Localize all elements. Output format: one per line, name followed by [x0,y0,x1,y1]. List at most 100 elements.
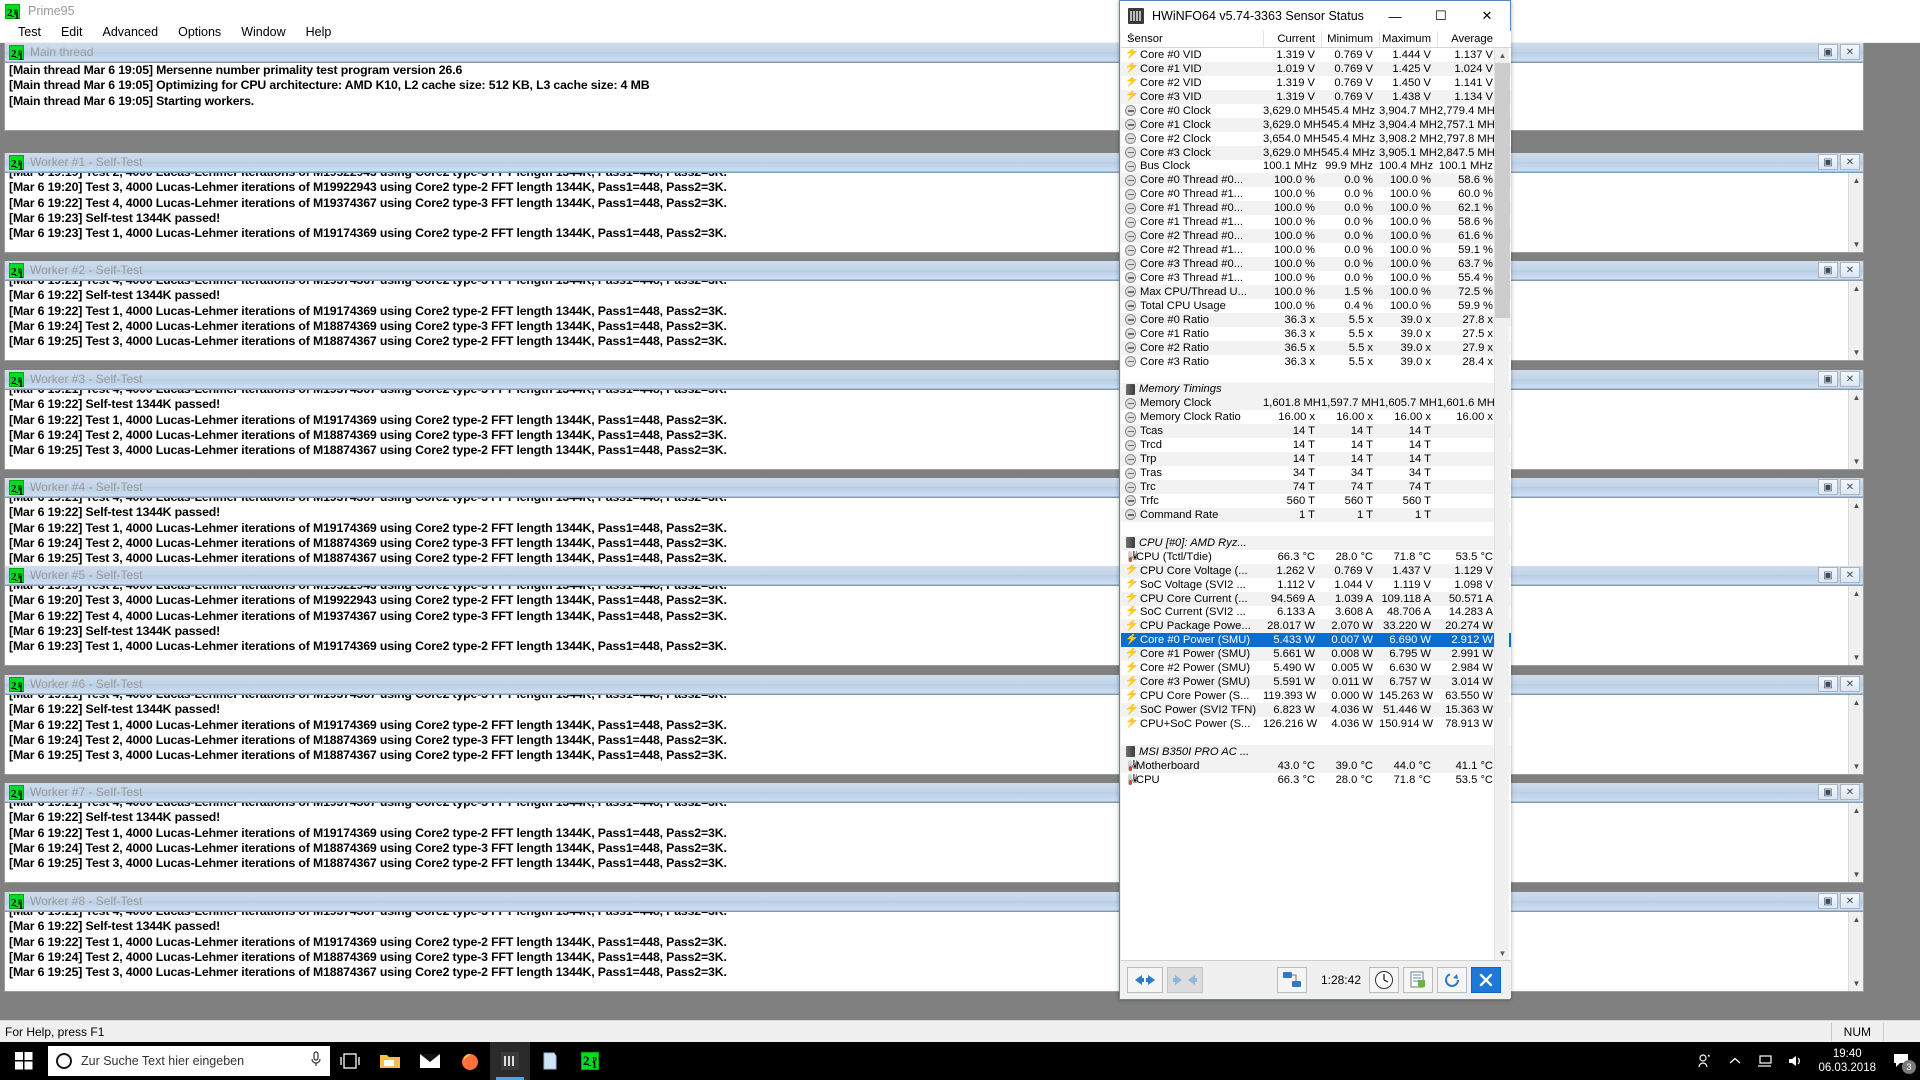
prime95-taskbar-icon[interactable]: 2p-1 [570,1042,610,1080]
sensor-row[interactable]: Core #2 Ratio36.5 x5.5 x39.0 x27.9 x [1121,341,1511,355]
sensor-row[interactable]: Core #1 Power (SMU)5.661 W0.008 W6.795 W… [1121,647,1511,661]
sensor-row[interactable]: Core #1 Thread #0...100.0 %0.0 %100.0 %6… [1121,201,1511,215]
mdi-close-button[interactable]: ✕ [1840,371,1860,387]
sensor-row[interactable]: Core #2 Power (SMU)5.490 W0.005 W6.630 W… [1121,661,1511,675]
sensor-row[interactable]: Core #2 Clock3,654.0 MHz545.4 MHz3,908.2… [1121,132,1511,146]
mdi-vertical-scrollbar[interactable]: ▲▼ [1848,803,1863,882]
mdi-close-button[interactable]: ✕ [1840,676,1860,692]
sensor-row[interactable]: Total CPU Usage100.0 %0.4 %100.0 %59.9 % [1121,299,1511,313]
scroll-down-arrow[interactable]: ▼ [1849,454,1863,469]
sensor-row[interactable]: CPU Core Current (...94.569 A1.039 A109.… [1121,592,1511,606]
maximize-button[interactable]: ☐ [1418,1,1464,31]
sensor-row[interactable]: Core #3 Power (SMU)5.591 W0.011 W6.757 W… [1121,675,1511,689]
mail-icon[interactable] [410,1042,450,1080]
mdi-restore-button[interactable]: ▣ [1818,567,1838,583]
column-header-minimum[interactable]: Minimum [1321,31,1379,47]
sensor-row[interactable]: Trcd14 T14 T14 T [1121,438,1511,452]
sensor-row[interactable]: Trfc560 T560 T560 T [1121,494,1511,508]
mdi-caption[interactable]: 2p-1Worker #2 - Self-Test▣✕ [5,261,1863,280]
sensor-row[interactable]: CPU66.3 °C28.0 °C71.8 °C53.5 °C [1121,773,1511,787]
scroll-up-arrow[interactable]: ▲ [1849,173,1863,188]
sensor-row[interactable]: Memory Clock Ratio16.00 x16.00 x16.00 x1… [1121,410,1511,424]
menu-help[interactable]: Help [296,24,342,40]
scroll-up-arrow[interactable]: ▲ [1495,48,1510,63]
mdi-caption[interactable]: 2p-1Worker #4 - Self-Test▣✕ [5,478,1863,497]
mdi-vertical-scrollbar[interactable]: ▲▼ [1848,586,1863,665]
scroll-down-arrow[interactable]: ▼ [1849,976,1863,991]
scroll-up-arrow[interactable]: ▲ [1849,498,1863,513]
scroll-up-arrow[interactable]: ▲ [1849,695,1863,710]
sensor-row[interactable]: Core #0 Power (SMU)5.433 W0.007 W6.690 W… [1121,633,1511,647]
action-center-icon[interactable]: 3 [1884,1042,1920,1080]
sensor-row[interactable]: Core #3 Thread #1...100.0 %0.0 %100.0 %5… [1121,271,1511,285]
mdi-caption[interactable]: 2p-1Worker #5 - Self-Test▣✕ [5,566,1863,585]
mdi-caption[interactable]: 2p-1Worker #8 - Self-Test▣✕ [5,892,1863,911]
mdi-close-button[interactable]: ✕ [1840,262,1860,278]
sensor-row[interactable]: CPU Core Power (S...119.393 W0.000 W145.… [1121,689,1511,703]
sensor-row[interactable]: Core #0 Clock3,629.0 MHz545.4 MHz3,904.7… [1121,104,1511,118]
scroll-up-arrow[interactable]: ▲ [1849,803,1863,818]
sensor-group-header[interactable]: MSI B350I PRO AC ... [1121,745,1511,759]
mdi-close-button[interactable]: ✕ [1840,44,1860,60]
scroll-down-arrow[interactable]: ▼ [1849,759,1863,774]
sensor-row[interactable]: Core #0 Thread #1...100.0 %0.0 %100.0 %6… [1121,187,1511,201]
sensor-row[interactable]: CPU Core Voltage (...1.262 V0.769 V1.437… [1121,564,1511,578]
sensor-row[interactable]: Core #2 VID1.319 V0.769 V1.450 V1.141 V [1121,76,1511,90]
sensor-row[interactable]: Core #0 Thread #0...100.0 %0.0 %100.0 %5… [1121,173,1511,187]
search-input[interactable]: Zur Suche Text hier eingeben [48,1046,330,1076]
menu-advanced[interactable]: Advanced [92,24,168,40]
sensor-row[interactable]: Core #3 Thread #0...100.0 %0.0 %100.0 %6… [1121,257,1511,271]
mdi-restore-button[interactable]: ▣ [1818,154,1838,170]
sensor-row[interactable]: Tcas14 T14 T14 T [1121,424,1511,438]
sensor-row[interactable]: Core #0 VID1.319 V0.769 V1.444 V1.137 V [1121,48,1511,62]
volume-icon[interactable] [1780,1042,1810,1080]
sensor-row[interactable]: CPU+SoC Power (S...126.216 W4.036 W150.9… [1121,717,1511,731]
sensor-row[interactable]: Core #1 VID1.019 V0.769 V1.425 V1.024 V [1121,62,1511,76]
sensor-row[interactable]: Tras34 T34 T34 T [1121,466,1511,480]
scroll-down-arrow[interactable]: ▼ [1849,650,1863,665]
sensor-group-header[interactable]: CPU [#0]: AMD Ryz... [1121,536,1511,550]
sensor-group-header[interactable]: Memory Timings [1121,383,1511,397]
network-icon[interactable] [1750,1042,1780,1080]
hwinfo-titlebar[interactable]: HWiNFO64 v5.74-3363 Sensor Status — ☐ ✕ [1120,1,1510,31]
column-header-current[interactable]: Current [1263,31,1321,47]
menu-test[interactable]: Test [8,24,51,40]
mdi-vertical-scrollbar[interactable]: ▲▼ [1848,173,1863,252]
column-header-average[interactable]: Average [1437,31,1499,47]
people-icon[interactable] [1690,1042,1720,1080]
sensor-row[interactable]: Core #1 Ratio36.3 x5.5 x39.0 x27.5 x [1121,327,1511,341]
network-icon[interactable] [1277,967,1307,993]
microphone-icon[interactable] [310,1050,322,1073]
expand-all-button[interactable] [1127,967,1163,993]
mdi-vertical-scrollbar[interactable]: ▲▼ [1848,281,1863,360]
sensor-row[interactable]: Core #2 Thread #0...100.0 %0.0 %100.0 %6… [1121,229,1511,243]
taskbar-clock[interactable]: 19:40 06.03.2018 [1810,1047,1884,1075]
show-hidden-icons-chevron[interactable] [1720,1042,1750,1080]
mdi-close-button[interactable]: ✕ [1840,893,1860,909]
sensor-row[interactable]: Core #0 Ratio36.3 x5.5 x39.0 x27.8 x [1121,313,1511,327]
mdi-vertical-scrollbar[interactable]: ▲▼ [1848,695,1863,774]
mdi-vertical-scrollbar[interactable]: ▲▼ [1848,912,1863,991]
mdi-restore-button[interactable]: ▣ [1818,676,1838,692]
mdi-restore-button[interactable]: ▣ [1818,44,1838,60]
hwinfo-taskbar-icon[interactable] [490,1042,530,1080]
scroll-up-arrow[interactable]: ▲ [1849,390,1863,405]
sensor-row[interactable]: Bus Clock100.1 MHz99.9 MHz100.4 MHz100.1… [1121,160,1511,174]
column-header-maximum[interactable]: Maximum [1379,31,1437,47]
report-icon[interactable] [1403,967,1433,993]
mdi-restore-button[interactable]: ▣ [1818,784,1838,800]
mdi-restore-button[interactable]: ▣ [1818,893,1838,909]
scroll-down-arrow[interactable]: ▼ [1849,867,1863,882]
sensor-row[interactable]: Core #1 Clock3,629.0 MHz545.4 MHz3,904.4… [1121,118,1511,132]
scroll-down-arrow[interactable]: ▼ [1849,237,1863,252]
sensor-row[interactable]: Core #3 VID1.319 V0.769 V1.438 V1.134 V [1121,90,1511,104]
sensor-row[interactable]: Command Rate1 T1 T1 T [1121,508,1511,522]
mdi-caption[interactable]: 2p-1Worker #6 - Self-Test▣✕ [5,675,1863,694]
sensor-row[interactable]: Motherboard43.0 °C39.0 °C44.0 °C41.1 °C [1121,759,1511,773]
sensor-row[interactable]: Memory Clock1,601.8 MHz1,597.7 MHz1,605.… [1121,396,1511,410]
mdi-caption[interactable]: 2p-1Worker #7 - Self-Test▣✕ [5,783,1863,802]
sensor-row[interactable]: SoC Power (SVI2 TFN)6.823 W4.036 W51.446… [1121,703,1511,717]
sensor-row[interactable]: SoC Voltage (SVI2 ...1.112 V1.044 V1.119… [1121,578,1511,592]
clock-icon[interactable] [1369,967,1399,993]
sensor-row[interactable]: CPU Package Powe...28.017 W2.070 W33.220… [1121,619,1511,633]
